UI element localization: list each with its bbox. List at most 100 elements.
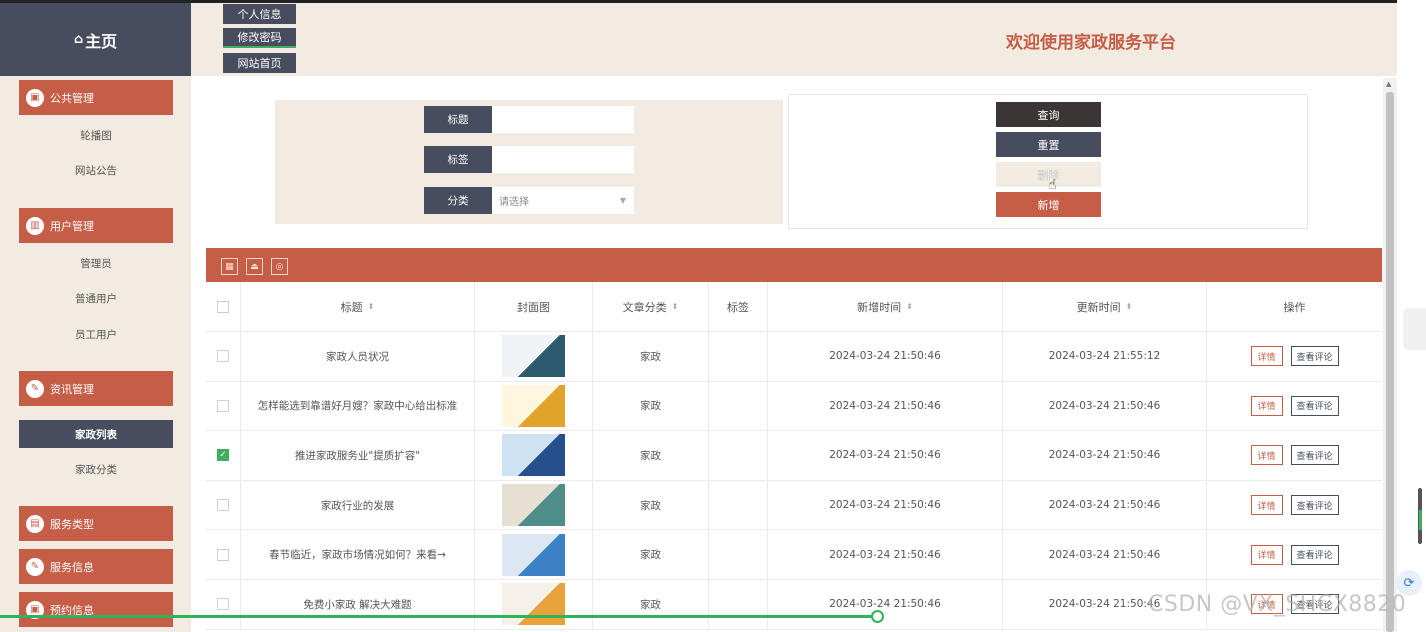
sidebar-item-carousel[interactable]: 轮播图 (19, 121, 173, 149)
row-checkbox[interactable] (217, 548, 229, 561)
column-header-actions: 操作 (1283, 300, 1306, 314)
menu-public-management[interactable]: ▣ 公共管理 (19, 80, 173, 115)
query-button[interactable]: 查询 (996, 102, 1101, 127)
table-row: 家政行业的发展 家政 2024-03-24 21:50:46 2024-03-24 2… (206, 480, 1382, 531)
row-title: 推进家政服务业"提质扩容" (294, 449, 421, 462)
sidebar-item-housekeeping-list[interactable]: 家政列表 (19, 420, 173, 448)
bar-chart-icon: ▥ (26, 216, 44, 235)
sidebar-item-announcement[interactable]: 网站公告 (19, 156, 173, 184)
video-progress-bar[interactable] (0, 615, 879, 618)
menu-label: 公共管理 (50, 91, 94, 105)
cell-actions: 详情 查看评论 (1207, 481, 1382, 530)
select-all-checkbox[interactable] (217, 300, 229, 313)
menu-label: 服务类型 (50, 517, 94, 531)
view-reviews-button[interactable]: 查看评论 (1290, 395, 1339, 416)
sort-icon: ⬍ (671, 302, 679, 311)
edit-icon: ✎ (26, 379, 44, 398)
row-checkbox[interactable] (217, 350, 229, 363)
cell-updated: 2024-03-24 21:50:46 (1003, 431, 1207, 480)
row-title: 春节临近，家政市场情况如何？来看→ (269, 549, 446, 562)
detail-button[interactable]: 详情 (1250, 346, 1283, 367)
export-icon[interactable]: ▦ (221, 258, 238, 275)
sidebar-item-regular-user[interactable]: 普通用户 (19, 284, 173, 312)
side-panel-tab[interactable] (1403, 308, 1426, 350)
row-category: 家政 (640, 449, 661, 462)
tag-filter-input[interactable] (492, 146, 634, 173)
column-header-cover: 封面图 (475, 282, 593, 331)
print-icon[interactable]: ◎ (271, 258, 288, 275)
view-reviews-button[interactable]: 查看评论 (1290, 544, 1339, 565)
sidebar-item-staff-user[interactable]: 员工用户 (19, 320, 173, 348)
category-select-placeholder: 请选择 (499, 197, 529, 208)
cover-thumbnail (502, 434, 565, 477)
cell-tag (709, 332, 768, 381)
import-icon[interactable]: ⏏ (246, 258, 263, 275)
reset-button[interactable]: 重置 (996, 132, 1101, 157)
page-scrollbar-thumb[interactable] (1386, 92, 1394, 632)
cell-title: 家政行业的发展 (241, 480, 475, 530)
row-created-time: 2024-03-24 21:50:46 (829, 399, 941, 412)
cover-thumbnail (502, 384, 565, 427)
menu-news-management[interactable]: ✎ 资讯管理 (19, 371, 173, 406)
column-header-tag: 标签 (709, 282, 768, 331)
scroll-up-arrow-icon[interactable]: ▲ (1386, 80, 1391, 88)
watermark: CSDN @VX_SHCX8820 (1148, 592, 1407, 617)
cell-actions: 详情 查看评论 (1207, 431, 1382, 480)
table-row: 春节临近，家政市场情况如何？来看→ 家政 2024-03-24 21:50:46 20… (206, 530, 1382, 580)
row-category: 家政 (640, 499, 661, 512)
change-password-button[interactable]: 修改密码 (223, 28, 296, 48)
sidebar-item-admin[interactable]: 管理员 (19, 249, 173, 277)
detail-button[interactable]: 详情 (1250, 395, 1283, 416)
sidebar-item-housekeeping-category[interactable]: 家政分类 (19, 455, 173, 483)
chevron-down-icon: ▼ (619, 196, 626, 205)
cell-title: 家政人员状况 (241, 332, 475, 381)
menu-service-type[interactable]: ▤ 服务类型 (19, 506, 173, 541)
row-checkbox[interactable] (217, 598, 229, 611)
row-title: 怎样能选到靠谱好月嫂？家政中心给出标准 (257, 400, 458, 413)
cell-tag (709, 530, 768, 579)
row-checkbox[interactable] (217, 499, 229, 512)
row-category: 家政 (640, 400, 661, 413)
profile-button[interactable]: 个人信息 (223, 4, 296, 24)
view-reviews-button[interactable]: 查看评论 (1290, 346, 1339, 367)
cell-tag (709, 480, 768, 530)
cell-actions: 详情 查看评论 (1207, 382, 1382, 431)
column-header-created[interactable]: 新增时间 ⬍ (768, 282, 1003, 331)
table-row: 家政人员状况 家政 2024-03-24 21:50:46 2024-03-24 21… (206, 332, 1382, 382)
row-checkbox-cell: ✓ (206, 431, 241, 480)
category-select[interactable]: 请选择 ▼ (492, 187, 634, 214)
detail-button[interactable]: 详情 (1250, 495, 1283, 516)
table-header-row: 标题 ⬍ 封面图 文章分类 ⬍ 标签 新增时间 ⬍ 更新时间 ⬍ 操作 (206, 282, 1382, 332)
row-created-time: 2024-03-24 21:50:46 (829, 548, 941, 561)
home-button[interactable]: ⌂ 主页 (0, 3, 191, 76)
column-header-title[interactable]: 标题 ⬍ (241, 282, 475, 331)
cell-category: 家政 (593, 431, 709, 480)
cell-tag (709, 431, 768, 480)
cell-category: 家政 (593, 480, 709, 530)
row-title: 免费小家政 解决大难题 (303, 598, 412, 611)
cell-created: 2024-03-24 21:50:46 (768, 381, 1003, 431)
menu-booking-info[interactable]: ▣ 预约信息 (19, 592, 173, 627)
detail-button[interactable]: 详情 (1250, 445, 1283, 466)
site-home-button[interactable]: 网站首页 (223, 53, 296, 73)
view-reviews-button[interactable]: 查看评论 (1290, 445, 1339, 466)
title-filter-input[interactable] (492, 106, 634, 133)
table-toolbar (206, 248, 1382, 282)
tag-filter-label: 标签 (424, 146, 492, 173)
view-reviews-button[interactable]: 查看评论 (1290, 495, 1339, 516)
row-checkbox[interactable] (217, 399, 229, 412)
row-checkbox[interactable]: ✓ (217, 449, 229, 462)
row-title: 家政行业的发展 (320, 499, 395, 512)
menu-user-management[interactable]: ▥ 用户管理 (19, 208, 173, 243)
row-checkbox-cell (206, 332, 241, 381)
detail-button[interactable]: 详情 (1250, 544, 1283, 565)
add-button[interactable]: 新增 (996, 192, 1101, 217)
row-created-time: 2024-03-24 21:50:46 (829, 350, 941, 363)
cell-updated: 2024-03-24 21:50:46 (1003, 381, 1207, 431)
menu-service-info[interactable]: ✎ 服务信息 (19, 549, 173, 584)
cell-cover (475, 580, 593, 629)
column-header-category[interactable]: 文章分类 ⬍ (593, 282, 709, 331)
column-header-updated[interactable]: 更新时间 ⬍ (1003, 282, 1207, 331)
row-title: 家政人员状况 (326, 350, 389, 363)
cell-tag (709, 580, 768, 629)
